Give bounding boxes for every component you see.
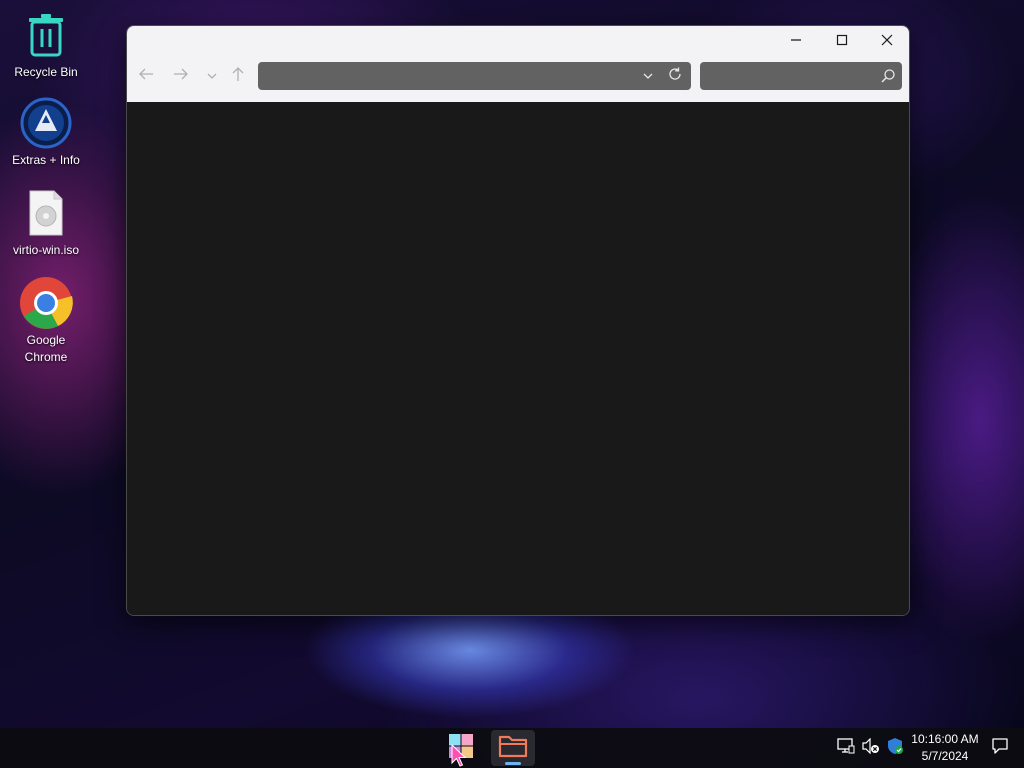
desktop-icon-label: Extras + Info — [12, 153, 80, 167]
chrome-icon — [19, 276, 73, 330]
volume-muted-icon — [862, 737, 880, 759]
back-arrow-icon — [138, 67, 154, 86]
desktop-icon-extras-info[interactable]: Extras + Info — [4, 96, 88, 169]
desktop-icon-label: Google Chrome — [24, 333, 68, 364]
extras-info-icon — [19, 96, 73, 150]
chevron-down-icon — [643, 67, 653, 85]
address-bar[interactable] — [258, 62, 691, 90]
desktop-icon-recycle-bin[interactable]: Recycle Bin — [4, 8, 88, 81]
clock-date: 5/7/2024 — [921, 749, 969, 763]
window-titlebar — [127, 26, 909, 102]
explorer-content-area[interactable] — [127, 102, 909, 615]
taskbar-file-explorer-button[interactable] — [491, 730, 535, 766]
forward-arrow-icon — [173, 67, 189, 86]
mouse-cursor-icon — [451, 743, 467, 768]
network-button[interactable] — [836, 737, 856, 759]
notifications-icon — [991, 737, 1009, 760]
desktop-icon-label: virtio-win.iso — [12, 243, 79, 257]
taskbar-clock[interactable]: 10:16:00 AM 5/7/2024 — [906, 731, 984, 765]
network-icon — [837, 737, 855, 759]
up-arrow-icon — [231, 66, 245, 87]
security-shield-icon — [886, 737, 904, 760]
taskbar: 10:16:00 AM 5/7/2024 — [0, 728, 1024, 768]
volume-button[interactable] — [861, 737, 881, 759]
forward-button[interactable] — [168, 64, 194, 88]
up-button[interactable] — [225, 64, 251, 88]
recycle-bin-icon — [19, 8, 73, 62]
chevron-down-icon — [207, 67, 217, 85]
refresh-button[interactable] — [663, 64, 687, 88]
close-icon — [881, 33, 893, 51]
maximize-icon — [836, 33, 848, 51]
disc-image-file-icon — [19, 186, 73, 240]
clock-time: 10:16:00 AM — [911, 732, 979, 746]
file-explorer-window — [126, 25, 910, 616]
maximize-button[interactable] — [819, 28, 865, 56]
search-icon — [876, 64, 900, 88]
notifications-button[interactable] — [990, 737, 1010, 760]
minimize-button[interactable] — [773, 28, 819, 56]
close-button[interactable] — [864, 28, 909, 56]
desktop-icon-virtio-win-iso[interactable]: virtio-win.iso — [4, 186, 88, 259]
back-button[interactable] — [133, 64, 159, 88]
folder-icon — [498, 733, 528, 764]
security-button[interactable] — [885, 737, 905, 760]
minimize-icon — [790, 33, 802, 51]
refresh-icon — [668, 67, 682, 86]
recent-locations-button[interactable] — [201, 64, 223, 88]
search-box[interactable] — [700, 62, 902, 90]
desktop-icon-google-chrome[interactable]: Google Chrome — [4, 276, 88, 366]
desktop-icon-label: Recycle Bin — [14, 65, 78, 79]
active-app-indicator — [505, 762, 521, 765]
address-dropdown-button[interactable] — [636, 64, 660, 88]
